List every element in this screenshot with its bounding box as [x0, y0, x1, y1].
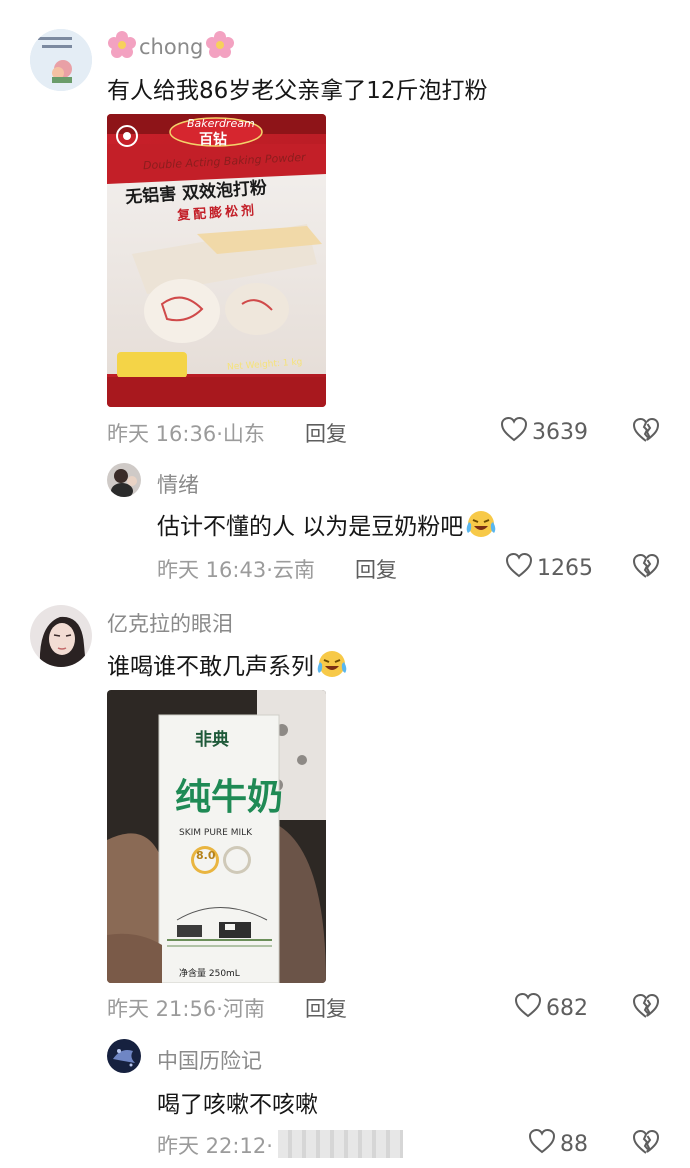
username[interactable]: 中国历险记: [157, 1045, 262, 1075]
photo-brand-cn: 非典: [195, 730, 229, 750]
comment-photo[interactable]: Bakerdream 百钻 Double Acting Baking Powde…: [107, 114, 326, 407]
laughing-crying-emoji-icon: [316, 649, 348, 679]
comment-time: 昨天 21:56: [107, 997, 217, 1021]
comment-text: 有人给我86岁老父亲拿了12斤泡打粉: [107, 78, 488, 104]
redacted-overlay: [278, 1130, 403, 1158]
meta-separator: ·: [216, 997, 223, 1021]
username[interactable]: 亿克拉的眼泪: [107, 608, 233, 638]
broken-heart-icon: [631, 553, 661, 584]
broken-heart-icon: [631, 1129, 661, 1160]
heart-icon: [514, 992, 542, 1024]
photo-product-en: SKIM PURE MILK: [179, 828, 253, 838]
heart-icon: [500, 416, 528, 448]
like-count: 682: [546, 995, 588, 1021]
photo-badge: 8.0: [196, 849, 216, 862]
like-count: 3639: [532, 419, 588, 445]
avatar[interactable]: [30, 605, 92, 667]
meta-separator: ·: [266, 558, 273, 582]
meta-separator: ·: [266, 1134, 273, 1158]
like-button[interactable]: 682: [514, 992, 588, 1024]
dislike-button[interactable]: [631, 1128, 661, 1160]
dislike-button[interactable]: [631, 552, 661, 584]
broken-heart-icon: [631, 993, 661, 1024]
photo-volume: 净含量 250mL: [179, 969, 240, 979]
avatar[interactable]: [107, 463, 141, 497]
username[interactable]: chong: [139, 35, 203, 59]
like-count: 88: [560, 1131, 588, 1157]
dislike-button[interactable]: [631, 416, 661, 448]
like-button[interactable]: 88: [528, 1128, 588, 1160]
like-button[interactable]: 1265: [505, 552, 593, 584]
comment-text: 喝了咳嗽不咳嗽: [157, 1092, 318, 1118]
comment-location: 云南: [272, 558, 315, 582]
heart-icon: [505, 552, 533, 584]
avatar[interactable]: [30, 29, 92, 91]
flower-icon: [205, 30, 235, 63]
reply-button[interactable]: 回复: [305, 993, 347, 1023]
broken-heart-icon: [631, 417, 661, 448]
reply-button[interactable]: 回复: [355, 554, 397, 584]
comment-time: 昨天 22:12: [157, 1134, 267, 1158]
photo-product-cn: 纯牛奶: [175, 777, 284, 818]
like-button[interactable]: 3639: [500, 416, 588, 448]
comment-time: 昨天 16:36: [107, 422, 217, 446]
comment-location: 河南: [222, 997, 265, 1021]
comment-photo[interactable]: 非典 纯牛奶 SKIM PURE MILK 8.0 净含量 250mL: [107, 690, 326, 983]
laughing-crying-emoji-icon: [465, 509, 497, 539]
flower-icon: [107, 30, 137, 63]
comment-location: 山东: [222, 422, 265, 446]
comment-time: 昨天 16:43: [157, 558, 267, 582]
comment-text: 估计不懂的人 以为是豆奶粉吧: [157, 514, 464, 540]
reply-button[interactable]: 回复: [305, 418, 347, 448]
dislike-button[interactable]: [631, 992, 661, 1024]
meta-separator: ·: [216, 422, 223, 446]
heart-icon: [528, 1128, 556, 1160]
like-count: 1265: [537, 555, 593, 581]
comment-text: 谁喝谁不敢几声系列: [107, 654, 314, 680]
avatar[interactable]: [107, 1039, 141, 1073]
photo-brand-cn: 百钻: [199, 132, 227, 148]
username[interactable]: 情绪: [157, 469, 199, 499]
